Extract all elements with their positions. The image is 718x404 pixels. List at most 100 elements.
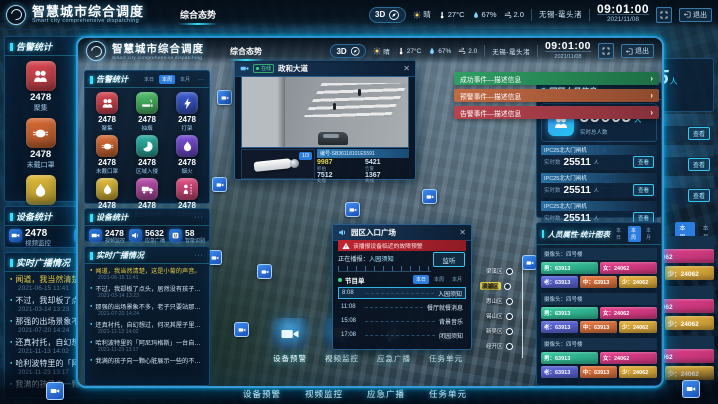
tab-本月[interactable]: 本月 bbox=[643, 226, 656, 242]
listen-button[interactable]: 监听 bbox=[433, 252, 465, 267]
tab-本月[interactable]: 本月 bbox=[449, 275, 465, 284]
schedule-row[interactable]: 11:08餐厅就餐消息 bbox=[338, 301, 466, 313]
toast-warning[interactable]: 预警事件—描述信息› bbox=[454, 89, 659, 102]
route-stop-dot bbox=[506, 298, 513, 305]
map-camera-marker[interactable] bbox=[257, 264, 272, 279]
fullscreen-button[interactable] bbox=[656, 7, 672, 23]
exit-button[interactable]: 退出 bbox=[679, 8, 712, 22]
route-stop-梁溪区[interactable]: 梁溪区 bbox=[486, 267, 513, 275]
schedule-row[interactable]: 8:08入园须知 bbox=[338, 287, 466, 299]
crosswalk bbox=[304, 83, 408, 117]
drop-icon bbox=[472, 11, 480, 19]
camera-stats: 编号-SB36118101E5591 9987抓拍5421告警7512处理136… bbox=[317, 149, 409, 177]
panel-title: 实时广播情况 bbox=[96, 250, 144, 261]
broadcast-text: 那强的出场景象不多，老子只要站那儿一站，工署之气运… bbox=[90, 302, 204, 311]
attribute-group: 摄像头：四号楼男：63913女：24062老：63913中：63913少：240… bbox=[541, 293, 657, 333]
more-menu[interactable]: ··· bbox=[194, 252, 204, 259]
route-stop-惠山区[interactable]: 惠山区 bbox=[486, 297, 513, 305]
route-stop-滨湖区[interactable]: 滨湖区 bbox=[480, 282, 511, 290]
pill-少: 少：24062 bbox=[665, 266, 714, 280]
panel-title: 人员属性·统计图表 bbox=[547, 229, 610, 240]
broadcast-list: 闻道，我当然清楚，这是小菊的声音。2021-06-15 11:41不过，我却板了… bbox=[85, 264, 209, 366]
gate-name: IPC25北大门闸机 bbox=[541, 201, 657, 211]
broadcast-time: 2021-06-15 11:41 bbox=[90, 275, 204, 281]
view-button[interactable]: 查看 bbox=[633, 184, 654, 196]
smoke-icon bbox=[136, 92, 158, 114]
pedestrian bbox=[333, 103, 336, 110]
schedule-row[interactable]: 17:08闭园须知 bbox=[338, 329, 466, 341]
tab-本月[interactable]: 本月 bbox=[177, 75, 193, 84]
tab-overview[interactable]: 综合态势 bbox=[178, 4, 218, 25]
tab-本日[interactable]: 本日 bbox=[613, 226, 626, 242]
inner-header: 智慧城市综合调度Smart city comprehensive dispatc… bbox=[78, 38, 662, 64]
stat-value: 58 bbox=[185, 229, 205, 238]
page-badge[interactable]: 1/3 bbox=[299, 152, 312, 160]
alarm-tile-抽烟[interactable]: 2478抽烟 bbox=[129, 92, 165, 132]
route-stop-dot bbox=[506, 343, 513, 350]
alarm-tile-未戴口罩[interactable]: 2478未戴口罩 bbox=[19, 118, 63, 170]
alarm-tile-未戴口罩[interactable]: 2478未戴口罩 bbox=[89, 135, 125, 175]
ai-icon bbox=[169, 229, 182, 242]
toast-success[interactable]: 成功事件—描述信息› bbox=[454, 72, 659, 85]
map-camera-marker[interactable] bbox=[345, 202, 360, 217]
route-stop-经开区[interactable]: 经开区 bbox=[486, 342, 513, 350]
stat-label: 视频监控 bbox=[105, 238, 125, 245]
map-camera-marker[interactable] bbox=[522, 255, 537, 270]
map-camera-marker[interactable] bbox=[212, 177, 227, 192]
view-button[interactable]: 查看 bbox=[688, 158, 710, 171]
map-camera-marker[interactable] bbox=[234, 322, 249, 337]
people-icon bbox=[101, 97, 114, 110]
time-value: 09:01:00 bbox=[545, 41, 591, 51]
map-camera-marker[interactable] bbox=[682, 380, 700, 398]
route-stop-新吴区[interactable]: 新吴区 bbox=[486, 327, 513, 335]
pill-中: 中：63913 bbox=[580, 366, 617, 378]
schedule-row[interactable]: 15:08背景音乐 bbox=[338, 315, 466, 327]
alarm-tile-聚集[interactable]: 2478聚集 bbox=[89, 92, 125, 132]
outer-nav-设备预警[interactable]: 设备预警 bbox=[243, 388, 281, 400]
tab-本周[interactable]: 本周 bbox=[431, 275, 447, 284]
tab-本周[interactable]: 本周 bbox=[628, 226, 641, 242]
view-button[interactable]: 查看 bbox=[688, 127, 710, 140]
toast-danger[interactable]: 告警事件—描述信息› bbox=[454, 106, 659, 119]
exit-button[interactable]: 退出 bbox=[621, 44, 654, 58]
alarm-count: 2478 bbox=[98, 115, 116, 124]
close-icon[interactable]: ✕ bbox=[459, 228, 466, 237]
alarm-tile-打架[interactable]: 2478打架 bbox=[169, 92, 205, 132]
map-camera-marker[interactable] bbox=[46, 382, 64, 400]
mode-3d-toggle[interactable]: 3D bbox=[369, 7, 406, 23]
tab-本周[interactable]: 本周 bbox=[159, 75, 175, 84]
chevron-right-icon: › bbox=[650, 108, 653, 117]
tab-本日[interactable]: 本日 bbox=[413, 275, 429, 284]
alarm-count: 2478 bbox=[178, 115, 196, 124]
camera-icon bbox=[349, 206, 357, 214]
panel-title: 设备统计 bbox=[16, 210, 52, 223]
outer-nav-视频监控[interactable]: 视频监控 bbox=[305, 388, 343, 400]
outer-nav-任务单元[interactable]: 任务单元 bbox=[429, 388, 467, 400]
outer-nav-应急广播[interactable]: 应急广播 bbox=[367, 388, 405, 400]
tab-overview[interactable]: 综合态势 bbox=[228, 42, 264, 61]
camera-video-feed[interactable] bbox=[241, 76, 409, 148]
mode-3d-toggle[interactable]: 3D bbox=[330, 44, 366, 59]
map-camera-marker[interactable] bbox=[217, 90, 232, 105]
tab-本日[interactable]: 本日 bbox=[141, 75, 157, 84]
playback-slider[interactable] bbox=[338, 266, 431, 272]
more-menu[interactable]: ··· bbox=[194, 214, 204, 221]
wind-icon bbox=[458, 47, 466, 55]
close-icon[interactable]: ✕ bbox=[403, 64, 410, 73]
alarm-tile-聚集[interactable]: 2478聚集 bbox=[19, 61, 63, 113]
pill-女: 女：24062 bbox=[600, 307, 657, 319]
pill-少: 少：24062 bbox=[619, 276, 657, 288]
alarm-tile-区域入侵[interactable]: 2478区域入侵 bbox=[129, 135, 165, 175]
view-button[interactable]: 查看 bbox=[633, 156, 654, 168]
more-menu[interactable]: ··· bbox=[198, 77, 204, 83]
alarm-tile-烟火[interactable]: 2478烟火 bbox=[169, 135, 205, 175]
camera-icon bbox=[91, 231, 100, 240]
fullscreen-button[interactable] bbox=[598, 43, 614, 59]
map-camera-marker[interactable] bbox=[422, 189, 437, 204]
patrol-route-line bbox=[522, 266, 523, 358]
camera-icon bbox=[89, 229, 102, 242]
route-stop-锡山区[interactable]: 锡山区 bbox=[486, 312, 513, 320]
stat-text: 58智能识别 bbox=[185, 229, 205, 245]
nav-设备预警[interactable]: 设备预警 bbox=[264, 318, 316, 364]
view-button[interactable]: 查看 bbox=[688, 189, 710, 202]
